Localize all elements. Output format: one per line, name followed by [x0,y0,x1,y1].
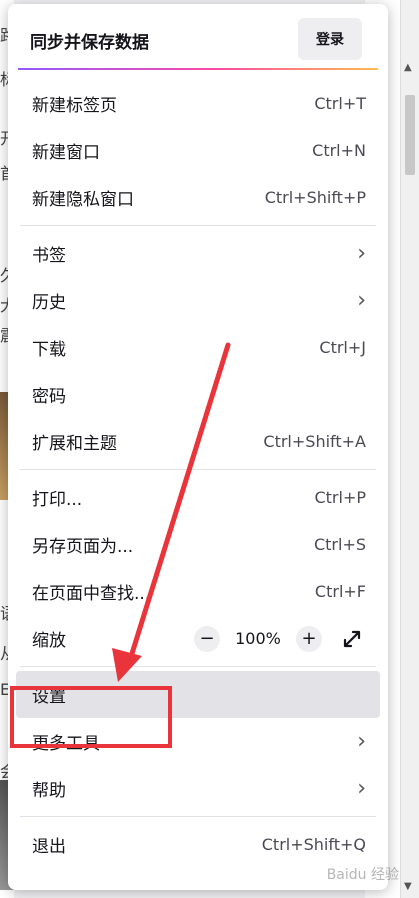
scroll-up-arrow-icon[interactable]: ▲ [404,62,412,73]
chevron-right-icon: › [357,728,366,754]
menu-item-addons-themes[interactable]: 扩展和主题 Ctrl+Shift+A [16,418,380,465]
menu-separator [20,666,376,667]
accent-divider [18,68,378,70]
login-button[interactable]: 登录 [298,18,362,60]
menu-separator [20,469,376,470]
zoom-out-button[interactable]: − [194,625,220,652]
zoom-level[interactable]: 100% [230,629,286,648]
menu-item-shortcut: Ctrl+Shift+Q [261,835,366,854]
menu-item-label: 另存页面为... [32,537,134,557]
page-scrollbar[interactable]: ▲ ▼ [400,0,419,898]
app-menu-panel: 同步并保存数据 登录 新建标签页 Ctrl+T 新建窗口 Ctrl+N 新建隐私… [8,4,388,890]
menu-item-passwords[interactable]: 密码 [16,371,380,418]
menu-item-history[interactable]: 历史 › [16,277,380,324]
menu-item-quit[interactable]: 退出 Ctrl+Shift+Q [16,821,380,868]
menu-item-save-page[interactable]: 另存页面为... Ctrl+S [16,521,380,568]
menu-item-new-window[interactable]: 新建窗口 Ctrl+N [16,127,380,174]
menu-item-label: 书签 [32,246,66,266]
menu-item-shortcut: Ctrl+J [319,338,366,357]
menu-item-label: 新建隐私窗口 [32,190,134,210]
menu-item-print[interactable]: 打印... Ctrl+P [16,474,380,521]
menu-item-more-tools[interactable]: 更多工具 › [16,718,380,765]
menu-item-new-tab[interactable]: 新建标签页 Ctrl+T [16,80,380,127]
menu-item-label: 新建标签页 [32,96,117,116]
menu-item-shortcut: Ctrl+S [313,535,366,554]
menu-item-shortcut: Ctrl+F [314,582,366,601]
menu-item-label: 帮助 [32,781,66,801]
menu-item-zoom: 缩放 − 100% + [16,615,380,662]
menu-separator [20,816,376,817]
sync-header: 同步并保存数据 登录 [8,4,388,70]
chevron-right-icon: › [357,775,366,801]
menu-item-help[interactable]: 帮助 › [16,765,380,812]
menu-item-shortcut: Ctrl+T [314,94,366,113]
chevron-right-icon: › [357,287,366,313]
menu-separator [20,225,376,226]
sync-title: 同步并保存数据 [30,33,149,53]
menu-item-shortcut: Ctrl+N [312,141,366,160]
menu-item-label: 密码 [32,387,66,407]
menu-item-label: 退出 [32,837,66,857]
fullscreen-expand-icon[interactable] [338,625,366,653]
menu-item-label: 历史 [32,293,66,313]
menu-item-label: 扩展和主题 [32,434,117,454]
menu-item-settings[interactable]: 设置 [16,671,380,718]
menu-item-downloads[interactable]: 下载 Ctrl+J [16,324,380,371]
menu-item-label: 下载 [32,340,66,360]
menu-item-new-private-window[interactable]: 新建隐私窗口 Ctrl+Shift+P [16,174,380,221]
menu-item-shortcut: Ctrl+Shift+A [263,432,366,451]
menu-item-label: 打印... [32,490,83,510]
menu-item-bookmarks[interactable]: 书签 › [16,230,380,277]
menu-item-shortcut: Ctrl+Shift+P [264,188,366,207]
scroll-down-arrow-icon[interactable]: ▼ [404,881,412,892]
menu-item-label: 更多工具 [32,734,100,754]
scrollbar-thumb[interactable] [405,95,415,175]
menu-item-label: 设置 [32,687,66,707]
zoom-controls: − 100% + [194,625,366,653]
menu-item-label: 新建窗口 [32,143,100,163]
menu-item-label: 在页面中查找... [32,584,151,604]
menu-item-shortcut: Ctrl+P [314,488,366,507]
menu-item-label: 缩放 [32,631,66,651]
menu-item-find-in-page[interactable]: 在页面中查找... Ctrl+F [16,568,380,615]
zoom-in-button[interactable]: + [296,625,322,652]
chevron-right-icon: › [357,240,366,266]
watermark: Baidu 经验 [326,867,399,883]
